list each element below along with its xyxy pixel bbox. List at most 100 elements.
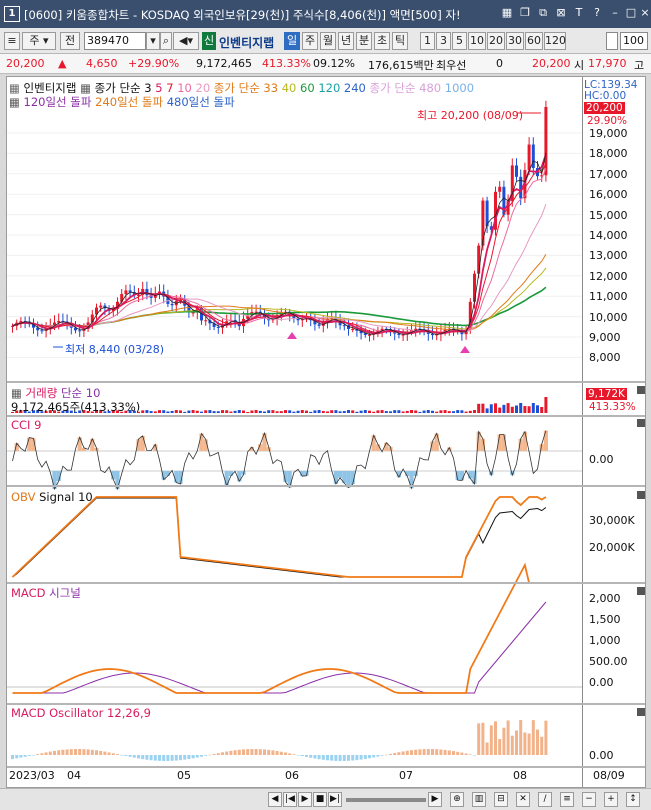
- stop-icon[interactable]: ■: [313, 792, 327, 807]
- interval-20[interactable]: 20: [487, 32, 505, 50]
- panel-divider[interactable]: [7, 703, 645, 705]
- bars-icon[interactable]: ▥: [472, 792, 486, 807]
- osc-bar: [418, 749, 422, 755]
- chart-area[interactable]: ▦ 인벤티지랩 ▦ 종가 단순 3 5 7 10 20 종가 단순 33 40 …: [6, 76, 646, 788]
- volume-bar: [494, 403, 497, 413]
- volume-bar: [225, 410, 229, 413]
- help-icon[interactable]: ?: [590, 6, 604, 20]
- volume-bar: [250, 410, 254, 413]
- osc-bar: [536, 729, 539, 755]
- copy-icon[interactable]: ⧉: [536, 6, 550, 20]
- osc-bar: [347, 755, 350, 761]
- candle-body: [342, 325, 346, 327]
- ruler-icon[interactable]: ⊠: [554, 6, 568, 20]
- minimize-icon[interactable]: –: [608, 6, 622, 20]
- close-icon[interactable]: [637, 708, 645, 716]
- panel-divider[interactable]: [7, 582, 645, 584]
- volume-bar: [372, 411, 376, 413]
- breakout-marker: [287, 332, 297, 339]
- cross-icon[interactable]: ✕: [516, 792, 530, 807]
- stock-code-input[interactable]: 389470: [84, 32, 146, 50]
- search-icon[interactable]: ⌕: [160, 32, 172, 50]
- maximize-icon[interactable]: □: [624, 6, 638, 20]
- interval-10[interactable]: 10: [468, 32, 486, 50]
- jeon-button[interactable]: 전: [60, 32, 80, 50]
- blank-input[interactable]: [606, 32, 618, 50]
- macd-legend: MACD 시그널: [11, 585, 81, 601]
- ma-legend-2: 종가 단순 33: [213, 81, 279, 95]
- period-2[interactable]: 월: [320, 32, 336, 50]
- chart-canvas[interactable]: [7, 77, 645, 787]
- zoom-in-button[interactable]: +: [604, 792, 618, 807]
- interval-1[interactable]: 1: [420, 32, 435, 50]
- interval-60[interactable]: 60: [525, 32, 543, 50]
- osc-bar: [384, 754, 388, 756]
- volume-bar: [506, 403, 510, 413]
- period-5[interactable]: 초: [374, 32, 390, 50]
- close-icon[interactable]: [637, 587, 645, 595]
- fit-button[interactable]: ↕: [626, 792, 640, 807]
- grid-icon[interactable]: ▦: [500, 6, 514, 20]
- next-icon[interactable]: ▶|: [328, 792, 342, 807]
- volume-bar: [141, 410, 145, 413]
- high-label: 고: [634, 59, 645, 72]
- osc-bar: [32, 755, 35, 756]
- interval-120[interactable]: 120: [544, 32, 566, 50]
- macd-label: MACD: [11, 586, 46, 600]
- ma-7-line: [12, 162, 547, 333]
- count-input[interactable]: 100: [620, 32, 648, 50]
- speaker-icon[interactable]: ◀▾: [173, 32, 199, 50]
- close-icon[interactable]: [637, 419, 645, 427]
- osc-bar: [363, 755, 367, 759]
- zoom-out-button[interactable]: −: [582, 792, 596, 807]
- panel-divider[interactable]: [7, 766, 645, 768]
- ma-5: 5: [155, 81, 163, 95]
- volume-bar: [452, 411, 455, 413]
- scroll-track[interactable]: [346, 798, 426, 802]
- scroll-left-icon[interactable]: ◀: [268, 792, 282, 807]
- text-icon[interactable]: T: [572, 6, 586, 20]
- panel-divider[interactable]: [7, 415, 645, 417]
- osc-bar: [292, 754, 296, 755]
- period-1[interactable]: 주: [302, 32, 318, 50]
- close-icon[interactable]: [637, 386, 645, 394]
- panel-divider[interactable]: [7, 381, 645, 383]
- interval-5[interactable]: 5: [452, 32, 467, 50]
- menu-icon[interactable]: ≡: [4, 32, 20, 50]
- volume-bar: [405, 410, 409, 413]
- ruler-icon[interactable]: ⊟: [494, 792, 508, 807]
- close-icon[interactable]: [637, 491, 645, 499]
- list-icon[interactable]: ≡: [560, 792, 574, 807]
- volume-bar: [263, 411, 266, 413]
- close-icon[interactable]: ×: [638, 6, 651, 20]
- volume-bar: [145, 410, 149, 413]
- period-6[interactable]: 틱: [392, 32, 408, 50]
- period-0[interactable]: 일: [284, 32, 300, 50]
- panel-divider[interactable]: [7, 485, 645, 487]
- period-select[interactable]: 주 ▾: [22, 32, 56, 50]
- zoom-icon[interactable]: ⊕: [450, 792, 464, 807]
- chevron-down-icon[interactable]: ▾: [146, 32, 160, 50]
- title-bar: 1 [0600] 키움종합차트 - KOSDAQ 외국인보유[29(천)] 주식…: [0, 0, 651, 28]
- play-icon[interactable]: ▶: [298, 792, 312, 807]
- line-icon[interactable]: ∕: [538, 792, 552, 807]
- volume-bar: [515, 405, 518, 413]
- volume-bar: [368, 410, 371, 413]
- volume-bar: [426, 410, 430, 413]
- volume-bar: [380, 410, 384, 413]
- interval-3[interactable]: 3: [436, 32, 451, 50]
- osc-bar: [296, 755, 300, 756]
- price-y-tick: 10,000: [589, 310, 628, 324]
- scroll-right-icon[interactable]: ▶: [428, 792, 442, 807]
- rewind-icon[interactable]: |◀: [283, 792, 297, 807]
- volume-bar: [347, 410, 350, 413]
- period-3[interactable]: 년: [338, 32, 354, 50]
- volume-bar: [317, 410, 321, 413]
- candle-body: [351, 328, 355, 330]
- interval-30[interactable]: 30: [506, 32, 524, 50]
- volume-bar: [435, 411, 439, 413]
- restore-icon[interactable]: ❐: [518, 6, 532, 20]
- period-4[interactable]: 분: [356, 32, 372, 50]
- volume-bar: [397, 410, 401, 413]
- osc-bar: [284, 752, 287, 755]
